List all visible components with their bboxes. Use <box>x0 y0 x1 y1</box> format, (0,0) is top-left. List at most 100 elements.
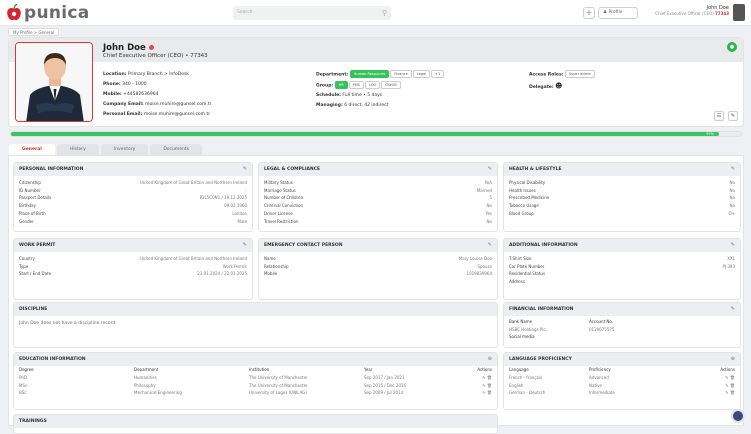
discipline-text: John Doe does not have a discipline reco… <box>19 321 117 326</box>
chat-bubble-button[interactable] <box>731 409 745 423</box>
info-value: Mary Louise Doe <box>458 256 492 261</box>
info-label: Name <box>264 256 276 261</box>
edit-profile-button[interactable]: ✎ <box>728 111 738 121</box>
profile-header: John Doe Chief Executive Officer (CEO) •… <box>8 37 744 127</box>
kv-list: Military Status N/A Marriage Status Married… <box>259 176 497 225</box>
personal-email-label: Personal Email: <box>103 112 143 117</box>
card-title: FINANCIAL INFORMATION <box>509 307 574 312</box>
info-label: Criminal Conviction <box>264 203 304 209</box>
delegate-user-icon[interactable]: ☻ <box>555 82 562 90</box>
app-logo[interactable]: punica <box>6 2 90 24</box>
kv-list: Citizenship United Kingdom of Great Brita… <box>14 176 252 225</box>
breadcrumb[interactable]: My Profile > General <box>8 28 60 36</box>
info-value: P2L5C0N1 / 19.12.2025 <box>199 195 247 201</box>
access-role-tag[interactable]: Super admin <box>564 70 596 78</box>
edit-icon[interactable]: ✎ <box>731 166 735 172</box>
group-tag[interactable]: HR <box>334 80 348 89</box>
access-roles-label: Access Roles: <box>529 72 564 78</box>
education-card: EDUCATION INFORMATION ⊕ Degree Department… <box>13 352 498 410</box>
group-tag[interactable]: LDO <box>365 80 381 89</box>
profile-button-label: Profile <box>608 10 623 15</box>
edit-icon[interactable]: ✎ <box>731 306 735 312</box>
column-header: Language <box>509 367 529 372</box>
profile-photo <box>15 42 93 122</box>
info-label: Start / End Date <box>19 271 52 277</box>
education-table: Degree Department Institution Year Actio… <box>14 366 497 397</box>
edit-icon[interactable]: ✎ <box>725 390 728 395</box>
group-tag[interactable]: FMS <box>348 80 365 89</box>
trash-icon[interactable]: 🗑 <box>730 383 735 388</box>
info-row: Citizenship United Kingdom of Great Brita… <box>14 179 252 187</box>
info-value: No <box>729 195 735 201</box>
department-tag[interactable]: Human Resources <box>349 70 390 78</box>
edit-icon[interactable]: ✎ <box>725 375 728 380</box>
info-label: Mobile <box>264 271 278 277</box>
health-card: HEALTH & LIFESTYLE ✎ Physical Disability N… <box>503 162 741 232</box>
org-column: Department: Human Resources Finance Legal +… <box>316 70 445 111</box>
department-more-tag[interactable]: +1 <box>431 70 445 78</box>
edit-icon[interactable]: ✎ <box>482 390 485 395</box>
managing-value[interactable]: 6 direct, 42 indirect <box>344 103 388 108</box>
group-label: Group: <box>316 83 334 88</box>
edit-icon[interactable]: ✎ <box>482 375 485 380</box>
kv-list: Physical Disability No Health Issues No Pres… <box>504 176 740 218</box>
info-row: Country United Kingdom of Great Britain a… <box>14 255 252 263</box>
department-tag[interactable]: Legal <box>412 70 431 78</box>
info-label: Type <box>19 263 29 269</box>
group-tag[interactable]: OWOR <box>381 80 401 89</box>
person-photo-icon <box>16 43 92 121</box>
table-cell: Native <box>589 382 602 388</box>
company-email-value[interactable]: moise.muhire@gunsel.com.tr <box>145 102 211 107</box>
additional-info-card: ADDITIONAL INFORMATION ✎ T-Shirt Size XXL C… <box>503 238 741 300</box>
edit-icon[interactable]: ✎ <box>725 383 728 388</box>
avatar[interactable] <box>733 4 745 21</box>
edit-icon[interactable]: ✎ <box>731 242 735 248</box>
profile-title: Chief Executive Officer (CEO) • 77343 <box>103 53 208 59</box>
trash-icon[interactable]: 🗑 <box>730 390 735 395</box>
department-label: Department: <box>316 72 349 78</box>
account-label: Account No. <box>589 319 614 324</box>
org-chart-button[interactable]: ☷ <box>714 111 724 121</box>
row-actions: ✎ 🗑 <box>449 389 497 397</box>
department-tag[interactable]: Finance <box>390 70 412 78</box>
user-menu[interactable]: John Doe Chief Executive Officer (CEO) 7… <box>655 5 729 16</box>
search-input[interactable]: Search ⚲ <box>233 6 391 20</box>
emergency-contact-card: EMERGENCY CONTACT PERSON ✎ Name Mary Louis… <box>258 238 498 300</box>
profile-button[interactable]: ♟ Profile <box>598 7 638 19</box>
column-header: Institution <box>249 367 270 372</box>
discipline-card-box: DISCIPLINE John Doe does not have a disc… <box>13 302 498 348</box>
info-label: Blood Group <box>509 210 534 216</box>
apple-logo-icon <box>7 4 21 21</box>
trash-icon[interactable]: 🗑 <box>487 383 492 388</box>
edit-icon[interactable]: ✎ <box>482 383 485 388</box>
edit-icon[interactable]: ✎ <box>488 242 492 248</box>
table-row: PhD Humanities The University of Mancheste… <box>14 374 497 382</box>
general-panel: PERSONAL INFORMATION ✎ Citizenship United … <box>8 155 744 434</box>
trash-icon[interactable]: 🗑 <box>487 390 492 395</box>
row-actions: ✎ 🗑 <box>449 382 497 390</box>
trash-icon[interactable]: 🗑 <box>487 375 492 380</box>
table-row: German - Deutsch Intermediate ✎ 🗑 <box>504 389 740 397</box>
info-value: Married <box>476 187 492 193</box>
table-cell: Philosophy <box>134 382 156 388</box>
info-row: Tobacco Usage No <box>504 202 740 210</box>
info-label: Car Plate Number <box>509 263 545 269</box>
add-button[interactable]: + <box>583 7 595 19</box>
table-cell: French - français <box>509 375 543 380</box>
add-circle-icon[interactable]: ⊕ <box>731 356 735 362</box>
info-row: Place of Birth London <box>14 210 252 218</box>
edit-icon[interactable]: ✎ <box>243 166 247 172</box>
edit-icon[interactable]: ✎ <box>488 166 492 172</box>
row-actions: ✎ 🗑 <box>449 374 497 382</box>
personal-email-value[interactable]: moise.muhire@gunsel.com.tr <box>144 112 210 117</box>
info-row: Criminal Conviction No <box>259 202 497 210</box>
edit-icon[interactable]: ✎ <box>243 242 247 248</box>
mobile-label: Mobile: <box>103 92 122 97</box>
add-circle-icon[interactable]: ⊕ <box>488 356 492 362</box>
row-actions: ✎ 🗑 <box>676 382 740 390</box>
table-cell: Sep 2009 / Jul 2014 <box>364 390 404 396</box>
trash-icon[interactable]: 🗑 <box>730 375 735 380</box>
table-cell: The University of Manchester <box>249 375 308 380</box>
kv-list: Name Mary Louise Doe Relationship Spouse Mob… <box>259 252 497 278</box>
location-pin-icon[interactable]: ● <box>727 42 737 52</box>
